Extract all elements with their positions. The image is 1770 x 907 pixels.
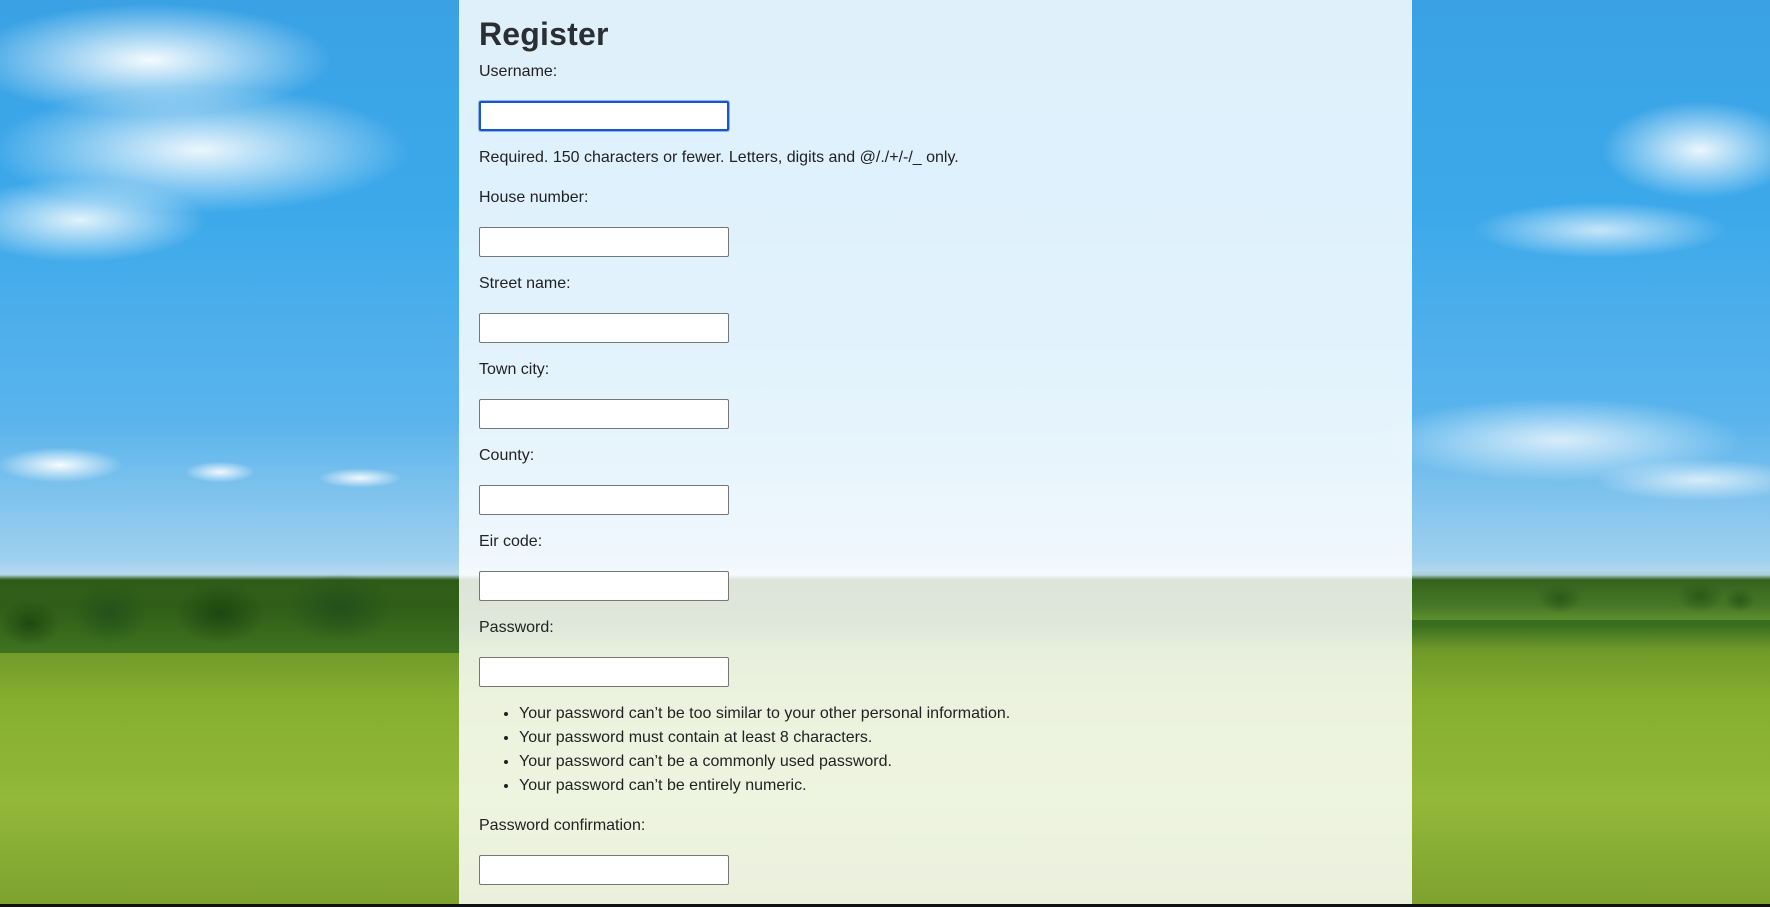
password-label: Password: xyxy=(479,619,554,636)
username-label: Username: xyxy=(479,63,558,80)
street-name-label: Street name: xyxy=(479,275,571,292)
tree-line-left xyxy=(0,573,460,653)
username-help-text: Required. 150 characters or fewer. Lette… xyxy=(479,149,959,166)
town-city-input[interactable] xyxy=(479,399,729,429)
street-name-input[interactable] xyxy=(479,313,729,343)
house-number-label: House number: xyxy=(479,189,589,206)
county-input[interactable] xyxy=(479,485,729,515)
eir-code-label: Eir code: xyxy=(479,533,543,550)
page-viewport: Register Username: Required. 150 charact… xyxy=(0,0,1770,904)
house-number-input[interactable] xyxy=(479,227,729,257)
password-rule-item: Your password can’t be entirely numeric. xyxy=(519,774,1419,798)
password-input[interactable] xyxy=(479,657,729,687)
eir-code-input[interactable] xyxy=(479,571,729,601)
password-rule-item: Your password can’t be too similar to yo… xyxy=(519,702,1419,726)
town-city-label: Town city: xyxy=(479,361,550,378)
password-confirmation-input[interactable] xyxy=(479,855,729,885)
page-title: Register xyxy=(479,16,609,52)
password-rule-item: Your password can’t be a commonly used p… xyxy=(519,750,1419,774)
tree-line-right xyxy=(1410,570,1770,620)
username-input[interactable] xyxy=(479,101,729,131)
password-rules-list: Your password can’t be too similar to yo… xyxy=(479,702,1419,798)
password-confirmation-label: Password confirmation: xyxy=(479,817,646,834)
password-rule-item: Your password must contain at least 8 ch… xyxy=(519,726,1419,750)
county-label: County: xyxy=(479,447,535,464)
register-panel: Register Username: Required. 150 charact… xyxy=(459,0,1412,904)
